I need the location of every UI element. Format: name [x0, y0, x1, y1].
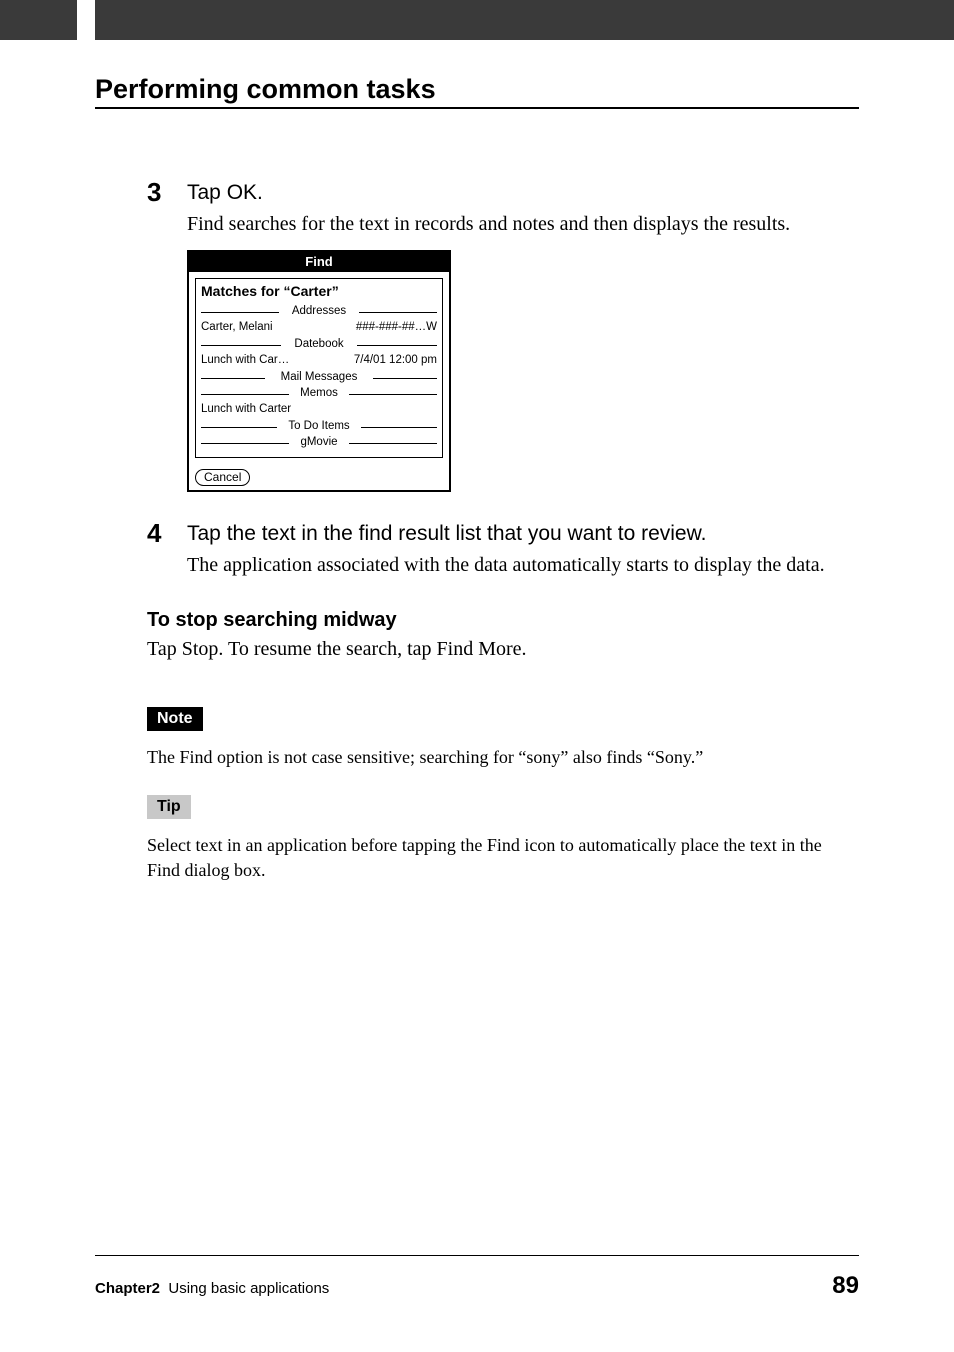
cancel-button[interactable]: Cancel	[195, 469, 250, 486]
category-datebook: Datebook	[290, 338, 347, 350]
step-4: 4 Tap the text in the find result list t…	[95, 520, 859, 579]
category-gmovie: gMovie	[296, 436, 341, 448]
find-dialog: Find Matches for “Carter” Addresses Cart…	[187, 250, 451, 491]
note-text: The Find option is not case sensitive; s…	[147, 745, 859, 769]
result-row-memos[interactable]: Lunch with Carter	[201, 402, 437, 418]
page-footer: Chapter2 Using basic applications 89	[95, 1255, 859, 1300]
header-bar	[0, 0, 954, 40]
step-number: 3	[147, 179, 187, 205]
chapter-title: Using basic applications	[168, 1280, 329, 1297]
tip-text: Select text in an application before tap…	[147, 833, 859, 882]
category-todo: To Do Items	[284, 420, 353, 432]
footer-chapter: Chapter2 Using basic applications	[95, 1280, 329, 1297]
note-label: Note	[147, 707, 203, 731]
result-detail: ###-###-##…W	[356, 321, 437, 335]
chapter-number: Chapter2	[95, 1280, 160, 1297]
step-description: The application associated with the data…	[187, 552, 859, 579]
step-number: 4	[147, 520, 187, 546]
result-name: Carter, Melani	[201, 321, 273, 335]
category-mail: Mail Messages	[277, 371, 362, 383]
step-description: Find searches for the text in records an…	[187, 211, 859, 238]
step-title: Tap OK.	[187, 179, 859, 207]
page-number: 89	[832, 1272, 859, 1300]
result-name: Lunch with Carter	[201, 403, 291, 417]
tip-label: Tip	[147, 795, 191, 819]
find-dialog-title: Find	[189, 252, 449, 272]
result-detail: 7/4/01 12:00 pm	[354, 354, 437, 368]
result-name: Lunch with Car…	[201, 354, 289, 368]
sub-heading: To stop searching midway	[147, 609, 859, 632]
page-heading: Performing common tasks	[95, 74, 859, 109]
step-title: Tap the text in the find result list tha…	[187, 520, 859, 548]
category-addresses: Addresses	[288, 305, 350, 317]
find-matches-label: Matches for “Carter”	[201, 283, 437, 299]
result-row-datebook[interactable]: Lunch with Car… 7/4/01 12:00 pm	[201, 353, 437, 369]
result-row-addresses[interactable]: Carter, Melani ###-###-##…W	[201, 320, 437, 336]
category-memos: Memos	[296, 387, 342, 399]
sub-description: Tap Stop. To resume the search, tap Find…	[147, 638, 859, 661]
step-3: 3 Tap OK. Find searches for the text in …	[95, 179, 859, 492]
